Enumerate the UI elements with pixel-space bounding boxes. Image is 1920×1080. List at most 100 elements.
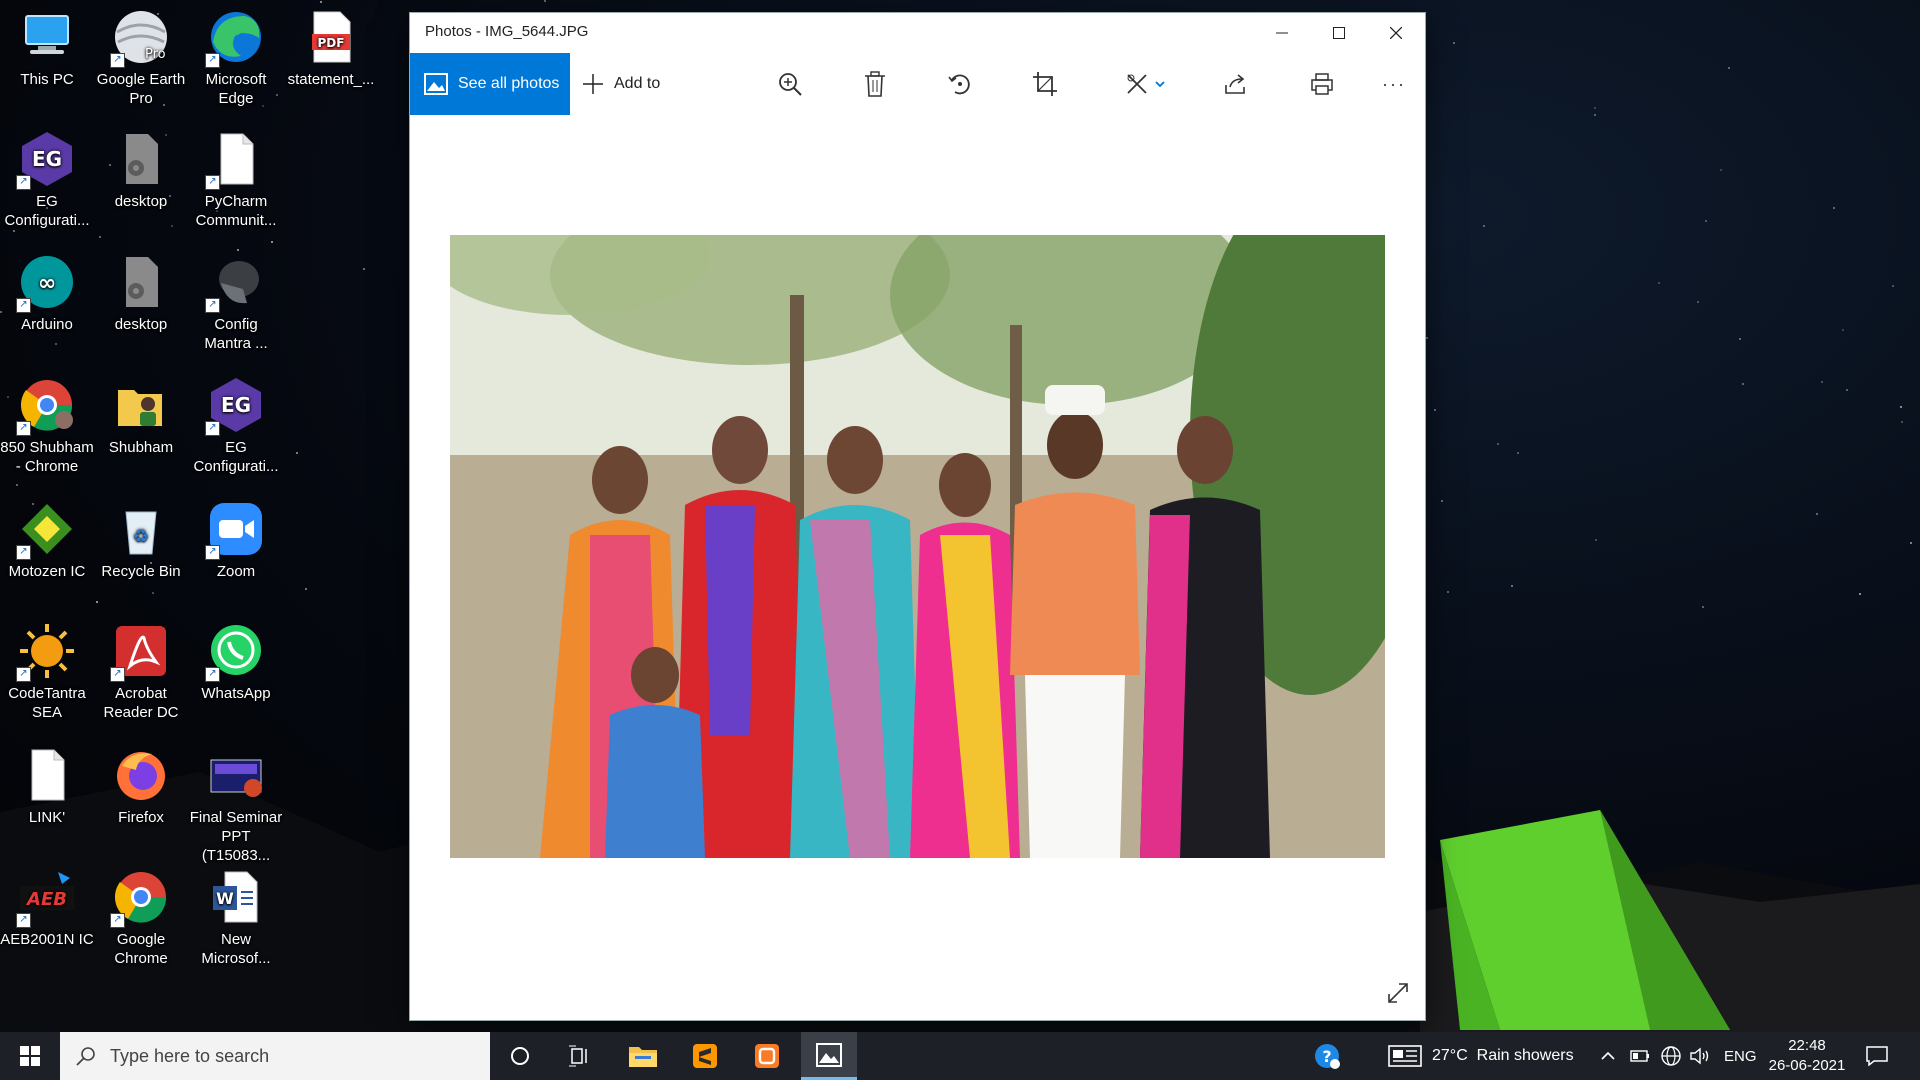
- desktop-icon-this-pc[interactable]: This PC: [0, 8, 94, 89]
- start-button[interactable]: [0, 1032, 60, 1080]
- sublime-text-button[interactable]: [677, 1032, 733, 1080]
- desktop-icon-statement-pdf[interactable]: PDF statement_...: [284, 8, 378, 89]
- share-button[interactable]: [1216, 65, 1256, 103]
- desktop-icon-label: Motozen IC: [8, 563, 86, 580]
- star: [1859, 593, 1861, 595]
- notification-icon: [1866, 1046, 1888, 1066]
- zoom-button[interactable]: [770, 65, 810, 103]
- star: [171, 225, 173, 227]
- blank-file-icon: [18, 746, 76, 804]
- desktop-icon-label: Acrobat Reader DC: [103, 685, 179, 721]
- desktop-icon-shubham[interactable]: Shubham: [94, 376, 188, 457]
- star: [1901, 421, 1903, 423]
- battery-button[interactable]: [1630, 1032, 1650, 1080]
- xampp-icon: [755, 1044, 779, 1068]
- star: [1910, 542, 1912, 544]
- delete-button[interactable]: [855, 65, 895, 103]
- desktop-icon-final-seminar[interactable]: Final Seminar PPT (T15083...: [189, 746, 283, 865]
- star: [1594, 107, 1596, 109]
- minimize-button[interactable]: [1253, 13, 1310, 53]
- expand-icon: [1388, 983, 1408, 1003]
- xampp-button[interactable]: [739, 1032, 795, 1080]
- input-language-button[interactable]: ENG: [1724, 1032, 1757, 1080]
- rotate-button[interactable]: [940, 65, 980, 103]
- eg-config-icon: EG ↗: [205, 376, 265, 436]
- user-folder-icon: [112, 376, 170, 434]
- desktop-icon-aeb2001n[interactable]: AEB ↗ AEB2001N IC: [0, 868, 94, 949]
- desktop-icon-edge[interactable]: ↗ Microsoft Edge: [189, 8, 283, 108]
- desktop-icon-google-earth[interactable]: Pro ↗ Google Earth Pro: [94, 8, 188, 108]
- add-to-button[interactable]: Add to: [582, 53, 660, 115]
- weather-widget[interactable]: 27°C Rain showers: [1388, 1032, 1574, 1080]
- svg-text:Pro: Pro: [145, 47, 166, 62]
- clock-button[interactable]: 22:48 26-06-2021: [1766, 1032, 1848, 1080]
- desktop-icon-codetantra[interactable]: ↗ CodeTantra SEA: [0, 622, 94, 722]
- file-explorer-button[interactable]: [615, 1032, 671, 1080]
- trash-icon: [865, 71, 885, 97]
- language-label: ENG: [1724, 1047, 1757, 1065]
- taskbar-search-box[interactable]: Type here to search: [60, 1032, 490, 1080]
- desktop-icon-desktop-2[interactable]: desktop: [94, 253, 188, 334]
- star: [1658, 282, 1660, 284]
- full-screen-button[interactable]: [1383, 978, 1413, 1008]
- help-button[interactable]: ?: [1312, 1032, 1342, 1080]
- desktop-icon-shubham-chrome[interactable]: ↗ 850 Shubham - Chrome: [0, 376, 94, 476]
- folder-icon: [629, 1047, 657, 1067]
- desktop-icon-motozen[interactable]: ↗ Motozen IC: [0, 500, 94, 581]
- task-view-icon: [569, 1045, 587, 1067]
- acrobat-icon: ↗: [110, 622, 170, 682]
- star: [1697, 301, 1699, 303]
- desktop-icon-zoom[interactable]: ↗ Zoom: [189, 500, 283, 581]
- edit-draw-button[interactable]: [1120, 65, 1170, 103]
- desktop-icon-label: 850 Shubham - Chrome: [0, 439, 94, 475]
- desktop-icon-whatsapp[interactable]: ↗ WhatsApp: [189, 622, 283, 703]
- action-center-button[interactable]: [1866, 1032, 1888, 1080]
- desktop-icon-link[interactable]: LINK': [0, 746, 94, 827]
- star: [1816, 513, 1818, 515]
- maximize-button[interactable]: [1310, 13, 1367, 53]
- more-options-button[interactable]: ···: [1374, 65, 1414, 103]
- show-hidden-icons-button[interactable]: [1601, 1032, 1615, 1080]
- desktop-icon-config-mantra[interactable]: ↗ Config Mantra ...: [189, 253, 283, 353]
- computer-icon: [18, 8, 76, 66]
- desktop-icon-label: WhatsApp: [201, 685, 271, 702]
- news-weather-icon: [1388, 1045, 1422, 1067]
- desktop-icon-label: Google Chrome: [114, 931, 168, 967]
- network-button[interactable]: [1660, 1032, 1682, 1080]
- desktop-icon-new-word-doc[interactable]: W New Microsof...: [189, 868, 283, 968]
- svg-text:♻: ♻: [133, 526, 149, 547]
- crop-button[interactable]: [1025, 65, 1065, 103]
- clock-time: 22:48: [1788, 1037, 1826, 1054]
- cortana-button[interactable]: [492, 1032, 548, 1080]
- desktop-icon-eg-config-1[interactable]: EG ↗ EG Configurati...: [0, 130, 94, 230]
- star: [1900, 406, 1902, 408]
- window-title: Photos - IMG_5644.JPG: [425, 23, 589, 40]
- desktop-icon-acrobat[interactable]: ↗ Acrobat Reader DC: [94, 622, 188, 722]
- volume-button[interactable]: [1690, 1032, 1712, 1080]
- arduino-icon: ∞ ↗: [16, 253, 76, 313]
- desktop-icon-pycharm[interactable]: ↗ PyCharm Communit...: [189, 130, 283, 230]
- svg-text:W: W: [216, 889, 234, 908]
- pdf-file-icon: PDF: [302, 8, 360, 66]
- task-view-button[interactable]: [552, 1032, 608, 1080]
- desktop-icon-google-chrome[interactable]: ↗ Google Chrome: [94, 868, 188, 968]
- star: [237, 249, 239, 251]
- see-all-photos-button[interactable]: See all photos: [410, 53, 570, 115]
- star: [363, 268, 365, 270]
- title-bar[interactable]: Photos - IMG_5644.JPG: [410, 13, 1425, 53]
- shortcut-arrow-icon: ↗: [205, 545, 220, 560]
- firefox-icon: [112, 746, 170, 804]
- print-button[interactable]: [1302, 65, 1342, 103]
- desktop-icon-firefox[interactable]: Firefox: [94, 746, 188, 827]
- shortcut-arrow-icon: ↗: [205, 667, 220, 682]
- close-button[interactable]: [1367, 13, 1424, 53]
- photos-taskbar-button[interactable]: [801, 1032, 857, 1080]
- printer-icon: [1311, 73, 1333, 95]
- desktop-icon-label: EG Configurati...: [4, 193, 90, 229]
- desktop-icon-desktop-1[interactable]: desktop: [94, 130, 188, 211]
- desktop-icon-arduino[interactable]: ∞ ↗ Arduino: [0, 253, 94, 334]
- desktop-icon-eg-config-2[interactable]: EG ↗ EG Configurati...: [189, 376, 283, 476]
- desktop-icon-recycle-bin[interactable]: ♻ Recycle Bin: [94, 500, 188, 581]
- photo-image[interactable]: [450, 235, 1385, 858]
- shortcut-arrow-icon: ↗: [16, 421, 31, 436]
